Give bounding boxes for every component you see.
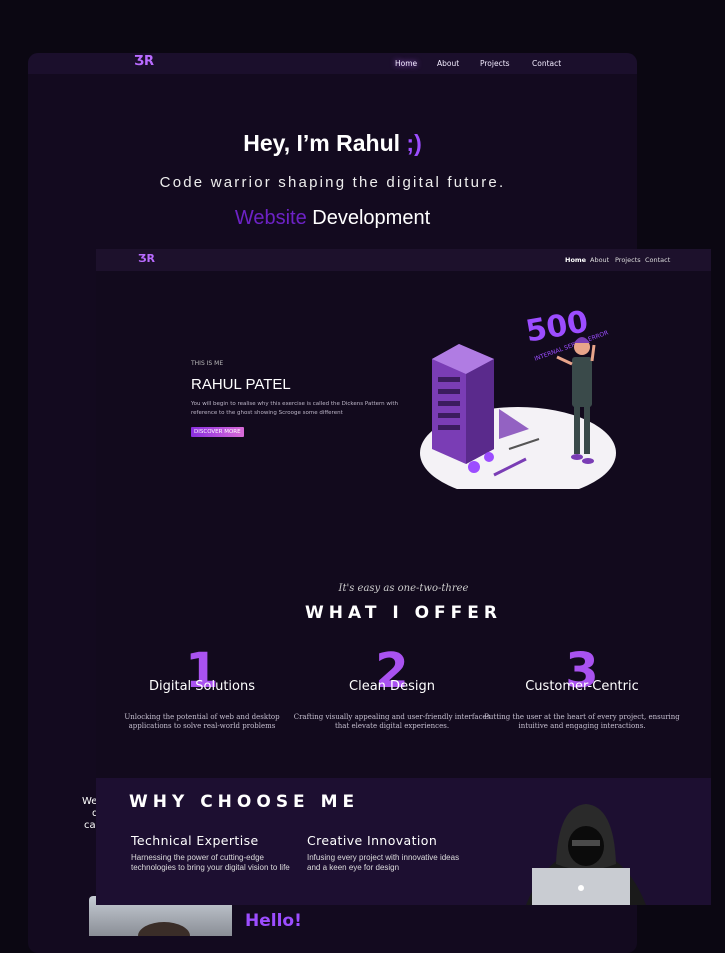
nav-contact[interactable]: Contact [645,256,670,264]
offer-section-title: WHAT I OFFER [305,603,502,623]
offer-desc: Crafting visually appealing and user-fri… [293,713,491,730]
discover-more-button[interactable]: DISCOVER MORE [191,427,244,437]
offer-tagline: It's easy as one-two-three [338,583,469,594]
server-error-illustration: 500 INTERNAL SERVER ERROR [420,304,616,489]
logo[interactable]: ƷR [134,54,154,69]
logo[interactable]: ƷR [138,252,155,265]
hero-title-accent: ;) [406,130,422,156]
hooded-hacker-image [526,804,646,905]
why-item-title: Technical Expertise [131,833,259,848]
offer-title: Customer-Centric [525,679,639,694]
hero-subtitle: Code warrior shaping the digital future. [159,174,506,191]
typed-word-2: Development [312,207,431,229]
eyebrow-text: THIS IS ME [191,360,224,367]
nav-projects[interactable]: Projects [480,59,510,68]
back-navbar: ƷR Home About Projects Contact [28,53,637,74]
hero-title-main: Hey, I’m Rahul [243,130,401,156]
nav-contact[interactable]: Contact [532,59,561,68]
hero-typed-text: Website Development [28,207,637,230]
hero-title: Hey, I’m Rahul ;) [28,130,637,157]
typed-word-1: Website [234,207,307,229]
nav-projects[interactable]: Projects [615,256,641,264]
hero-name: RAHUL PATEL [191,376,291,393]
hero-intro: You will begin to realise why this exerc… [191,401,399,416]
offer-title: Clean Design [349,679,435,694]
front-navbar: ƷR Home About Projects Contact [96,249,711,271]
why-item-desc: Harnessing the power of cutting-edge tec… [131,853,290,872]
nav-home[interactable]: Home [395,59,417,68]
offer-desc: Putting the user at the heart of every p… [484,713,680,730]
front-page-card: ƷR Home About Projects Contact THIS IS M… [96,249,711,905]
nav-home[interactable]: Home [565,256,586,264]
nav-about[interactable]: About [437,59,459,68]
why-item-title: Creative Innovation [307,833,438,848]
offer-title: Digital Solutions [148,679,256,694]
why-choose-section: WHY CHOOSE ME Technical Expertise Harnes… [96,778,711,905]
hello-heading: Hello! [245,911,302,931]
offer-desc: Unlocking the potential of web and deskt… [124,713,280,730]
why-item-desc: Infusing every project with innovative i… [307,853,460,872]
nav-about[interactable]: About [590,256,609,264]
why-section-title: WHY CHOOSE ME [129,792,360,812]
